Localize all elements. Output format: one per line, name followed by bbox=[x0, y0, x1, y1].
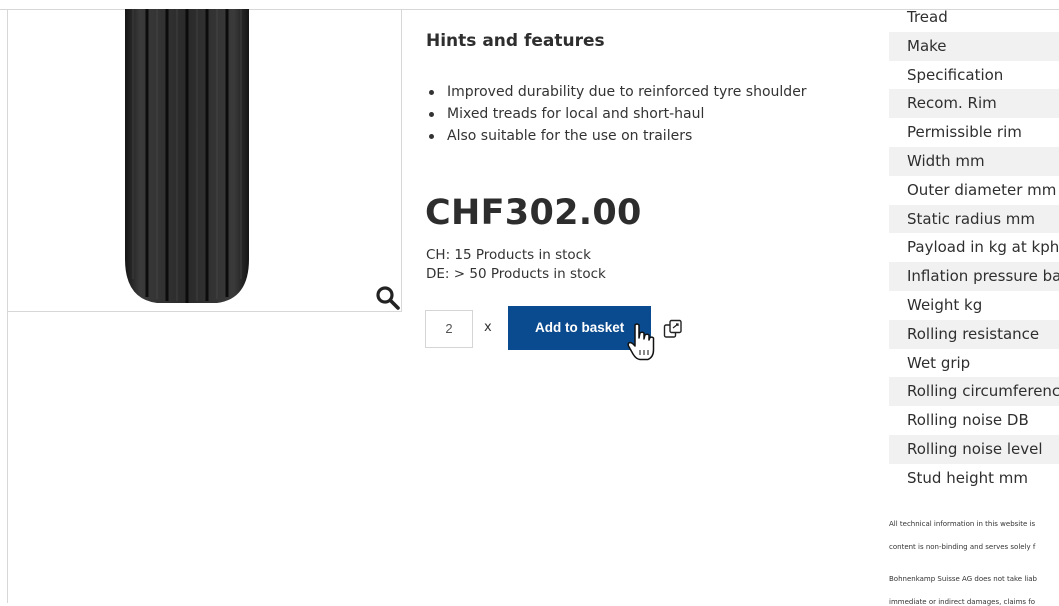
list-item: Also suitable for the use on trailers bbox=[426, 125, 807, 147]
spec-row: Width mm bbox=[889, 146, 1059, 176]
disclaimer-text: content is non-binding and serves solely… bbox=[889, 543, 1036, 551]
quantity-input[interactable]: 2 bbox=[425, 310, 473, 348]
spec-row: Payload in kg at kph ( bbox=[907, 238, 1059, 257]
spec-row: Tread bbox=[907, 8, 948, 26]
feature-list: Improved durability due to reinforced ty… bbox=[426, 81, 807, 147]
spec-row: Permissible rim bbox=[907, 123, 1022, 142]
disclaimer-text: Bohnenkamp Suisse AG does not take liab bbox=[889, 575, 1037, 583]
list-item: Mixed treads for local and short-haul bbox=[426, 103, 807, 125]
spec-row: Rolling noise level bbox=[889, 434, 1059, 464]
product-image-panel[interactable] bbox=[7, 9, 402, 312]
spec-row: Rolling noise DB bbox=[907, 411, 1029, 430]
spec-row: Stud height mm bbox=[907, 468, 1029, 487]
stock-ch: CH: 15 Products in stock bbox=[426, 247, 591, 263]
disclaimer-text: immediate or indirect damages, claims fo bbox=[889, 598, 1036, 606]
hints-title: Hints and features bbox=[426, 31, 605, 51]
spec-row: Inflation pressure bar bbox=[889, 262, 1059, 291]
compare-icon[interactable] bbox=[662, 318, 684, 340]
disclaimer-text: All technical information in this websit… bbox=[889, 520, 1036, 528]
spec-row: Specification bbox=[907, 65, 1004, 84]
list-item: Improved durability due to reinforced ty… bbox=[426, 81, 807, 103]
spec-row: Rolling circumference bbox=[889, 377, 1059, 407]
spec-table: Tread Make Specification Recom. Rim Perm… bbox=[889, 3, 1059, 493]
spec-row: Make bbox=[889, 31, 1059, 61]
spec-row: Static radius mm bbox=[889, 204, 1059, 234]
stock-de: DE: > 50 Products in stock bbox=[426, 266, 606, 282]
spec-row: Recom. Rim bbox=[889, 89, 1059, 119]
price: CHF302.00 bbox=[425, 193, 642, 233]
times-label: x bbox=[484, 320, 492, 335]
spec-row: Weight kg bbox=[907, 295, 983, 314]
hand-pointer-icon bbox=[627, 323, 655, 361]
spec-row: Outer diameter mm bbox=[907, 180, 1057, 199]
spec-row: Wet grip bbox=[907, 353, 971, 372]
spec-row: Rolling resistance bbox=[889, 319, 1059, 349]
magnifier-icon[interactable] bbox=[375, 285, 401, 311]
tyre-image bbox=[125, 9, 249, 303]
